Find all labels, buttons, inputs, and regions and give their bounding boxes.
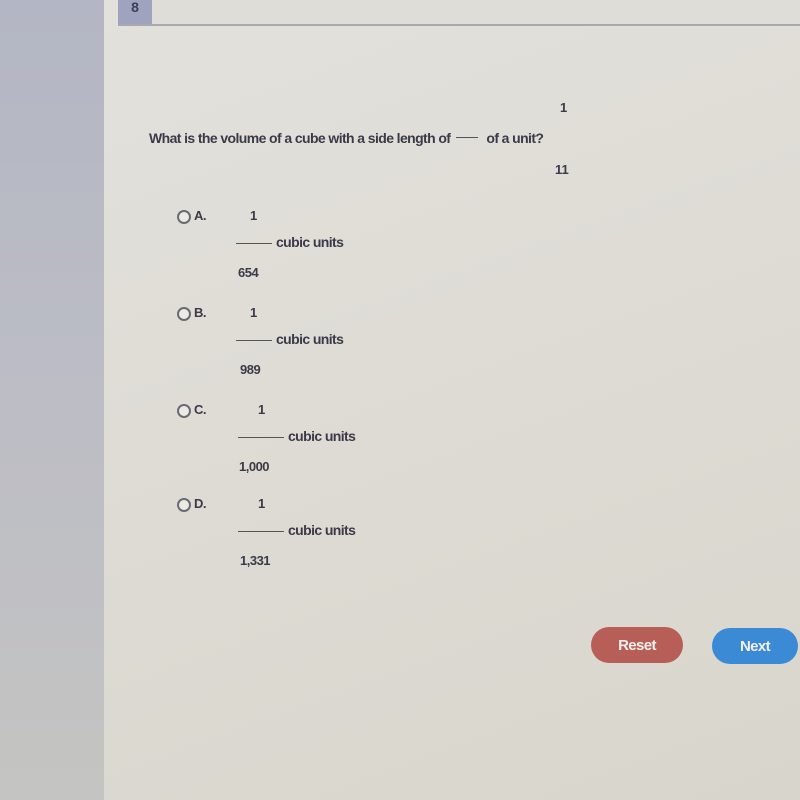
option-fraction-bar: [238, 531, 284, 532]
option-numerator: 1: [250, 208, 258, 223]
option-denominator: 1,331: [240, 553, 271, 568]
option-numerator: 1: [258, 402, 266, 417]
option-d[interactable]: D. 1 cubic units 1,331: [172, 496, 432, 587]
question-fraction-denominator: 11: [555, 162, 569, 177]
question-text: What is the volume of a cube with a side…: [149, 130, 544, 146]
option-letter: D.: [194, 496, 207, 511]
option-letter: C.: [194, 402, 207, 417]
option-letter: B.: [194, 305, 207, 320]
option-unit: cubic units: [276, 331, 344, 347]
option-c[interactable]: C. 1 cubic units 1,000: [172, 402, 432, 493]
option-numerator: 1: [258, 496, 266, 511]
option-b[interactable]: B. 1 cubic units 989: [172, 305, 432, 396]
option-unit: cubic units: [276, 234, 344, 250]
left-sidebar: [0, 0, 104, 800]
question-number: 8: [118, 0, 152, 24]
question-fraction-bar: [456, 137, 479, 139]
option-letter: A.: [194, 208, 207, 223]
option-a[interactable]: A. 1 cubic units 654: [172, 208, 432, 299]
option-denominator: 989: [240, 362, 261, 377]
option-fraction-bar: [238, 437, 284, 438]
content-area: [104, 0, 800, 800]
question-text-before: What is the volume of a cube with a side…: [149, 130, 451, 146]
option-denominator: 654: [238, 265, 259, 280]
question-fraction-numerator: 1: [560, 100, 568, 115]
option-numerator: 1: [250, 305, 258, 320]
reset-button[interactable]: Reset: [591, 627, 683, 663]
option-denominator: 1,000: [239, 459, 270, 474]
option-unit: cubic units: [288, 522, 356, 538]
question-text-after: of a unit?: [486, 130, 544, 146]
radio-button-a[interactable]: [177, 210, 191, 224]
radio-button-d[interactable]: [177, 498, 191, 512]
radio-button-b[interactable]: [177, 307, 191, 321]
next-button[interactable]: Next: [712, 628, 798, 664]
question-header-bar: [118, 0, 800, 26]
option-fraction-bar: [236, 340, 272, 341]
option-unit: cubic units: [288, 428, 356, 444]
option-fraction-bar: [236, 243, 272, 244]
radio-button-c[interactable]: [177, 404, 191, 418]
